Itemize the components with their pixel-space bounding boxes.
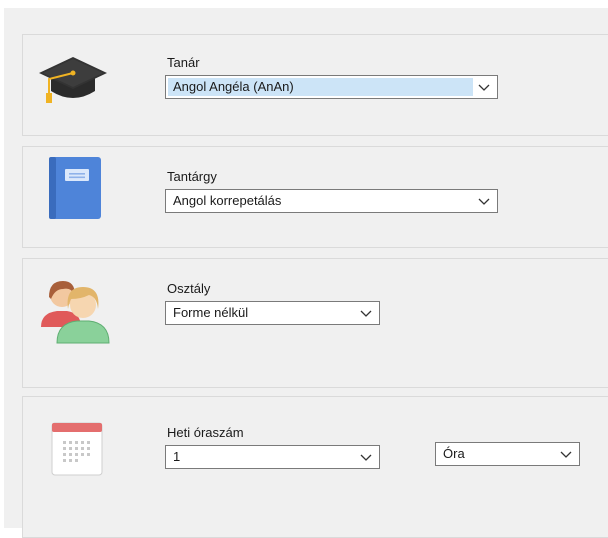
class-select[interactable]: Forme nélkül xyxy=(165,301,380,325)
chevron-down-icon xyxy=(478,80,490,94)
subject-select-value: Angol korrepetálás xyxy=(173,193,282,208)
subject-label: Tantárgy xyxy=(167,169,217,184)
dialog-window: Tanár Angol Angéla (AnAn) Tantárgy Angol… xyxy=(4,8,608,538)
weekly-hours-select[interactable]: 1 xyxy=(165,445,380,469)
book-icon xyxy=(45,155,105,224)
teacher-select[interactable]: Angol Angéla (AnAn) xyxy=(165,75,498,99)
chevron-down-icon xyxy=(560,447,572,461)
teacher-group: Tanár Angol Angéla (AnAn) xyxy=(22,34,608,136)
calendar-icon xyxy=(51,419,103,480)
chevron-down-icon xyxy=(478,194,490,208)
hours-unit-value: Óra xyxy=(443,446,465,461)
weekly-hours-group: Heti óraszám 1 Óra xyxy=(22,396,608,538)
subject-select[interactable]: Angol korrepetálás xyxy=(165,189,498,213)
class-select-value: Forme nélkül xyxy=(173,305,249,320)
teacher-select-value: Angol Angéla (AnAn) xyxy=(168,78,473,96)
class-label: Osztály xyxy=(167,281,211,296)
people-icon xyxy=(37,275,111,352)
hours-unit-select[interactable]: Óra xyxy=(435,442,580,466)
class-group: Osztály Forme nélkül xyxy=(22,258,608,388)
graduation-cap-icon xyxy=(37,49,109,114)
subject-group: Tantárgy Angol korrepetálás xyxy=(22,146,608,248)
weekly-hours-value: 1 xyxy=(173,449,181,464)
weekly-hours-label: Heti óraszám xyxy=(167,425,244,440)
chevron-down-icon xyxy=(360,306,372,320)
chevron-down-icon xyxy=(360,450,372,464)
teacher-label: Tanár xyxy=(167,55,200,70)
